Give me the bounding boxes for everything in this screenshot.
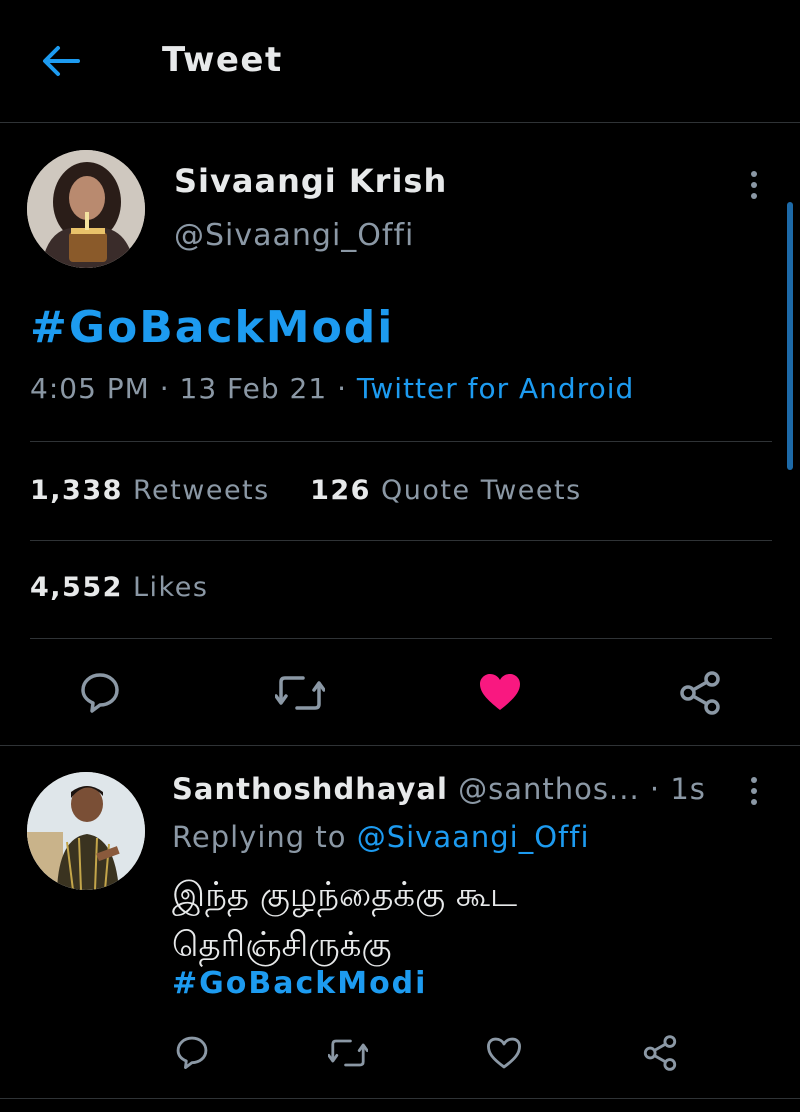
reply-text-line-2: தெரிஞ்சிருக்கு [172,925,392,965]
reply-text: இந்த குழந்தைக்கு கூட தெரிஞ்சிருக்கு [172,870,712,970]
reply-time-separator: · [649,772,671,806]
header-divider [0,122,800,123]
likes-label: Likes [133,572,209,603]
heart-icon[interactable] [478,672,522,712]
replying-to-line: Replying to @Sivaangi_Offi [172,820,590,854]
quote-tweets-count: 126 [310,475,371,506]
reply-more-vertical-icon[interactable] [744,774,764,808]
likes-stat[interactable]: 4,552 Likes [30,572,208,603]
more-vertical-icon[interactable] [744,168,764,202]
reply-heart-icon[interactable] [486,1036,522,1070]
tweet-meta: 4:05 PM · 13 Feb 21 · Twitter for Androi… [30,372,634,405]
replying-to-mention[interactable]: @Sivaangi_Offi [357,820,590,854]
comment-icon[interactable] [78,670,122,714]
meta-separator-1: · [149,372,180,405]
reply-divider [0,745,800,746]
author-handle[interactable]: @Sivaangi_Offi [174,218,414,253]
reply-comment-icon[interactable] [174,1034,210,1070]
reply-author-handle[interactable]: @santhos... [458,772,640,806]
scrollbar[interactable] [787,202,793,470]
arrow-left-icon[interactable] [40,40,82,82]
reply-retweet-icon[interactable] [328,1036,368,1070]
retweets-label: Retweets [133,475,270,506]
reply-header: Santhoshdhayal @santhos... · 1s [172,772,706,806]
reply-text-line-1: இந்த குழந்தைக்கு கூட [172,875,518,915]
share-icon[interactable] [678,670,722,716]
author-name[interactable]: Sivaangi Krish [174,162,447,200]
reply-hashtag[interactable]: #GoBackModi [172,966,427,1001]
bottom-divider [0,1098,800,1099]
author-avatar[interactable] [27,150,145,268]
tweet-detail-screen: Tweet Sivaangi Krish @Sivaangi_Offi #GoB… [0,0,800,1112]
reply-author-name[interactable]: Santhoshdhayal [172,772,448,806]
likes-count: 4,552 [30,572,123,603]
top-app-bar: Tweet [0,0,800,122]
quote-tweets-label: Quote Tweets [381,475,582,506]
tweet-source-link[interactable]: Twitter for Android [357,372,634,405]
tweet-hashtag[interactable]: #GoBackModi [30,302,394,353]
author-avatar-image [27,150,145,268]
retweets-stat[interactable]: 1,338 Retweets [30,475,270,506]
stats-divider-middle [30,540,772,541]
reply-time: 1s [670,772,706,806]
page-title: Tweet [162,40,283,80]
retweet-stats-row: 1,338 Retweets 126 Quote Tweets [30,475,582,506]
replying-prefix: Replying to [172,820,347,854]
reply-avatar-image [27,772,145,890]
retweet-icon[interactable] [275,672,325,714]
tweet-date: 13 Feb 21 [179,372,328,405]
reply-author-avatar[interactable] [27,772,145,890]
stats-divider-top [30,441,772,442]
meta-separator-2: · [327,372,357,405]
quote-tweets-stat[interactable]: 126 Quote Tweets [310,475,582,506]
stats-divider-bottom [30,638,772,639]
reply-share-icon[interactable] [642,1034,678,1072]
retweets-count: 1,338 [30,475,123,506]
tweet-time: 4:05 PM [30,372,150,405]
